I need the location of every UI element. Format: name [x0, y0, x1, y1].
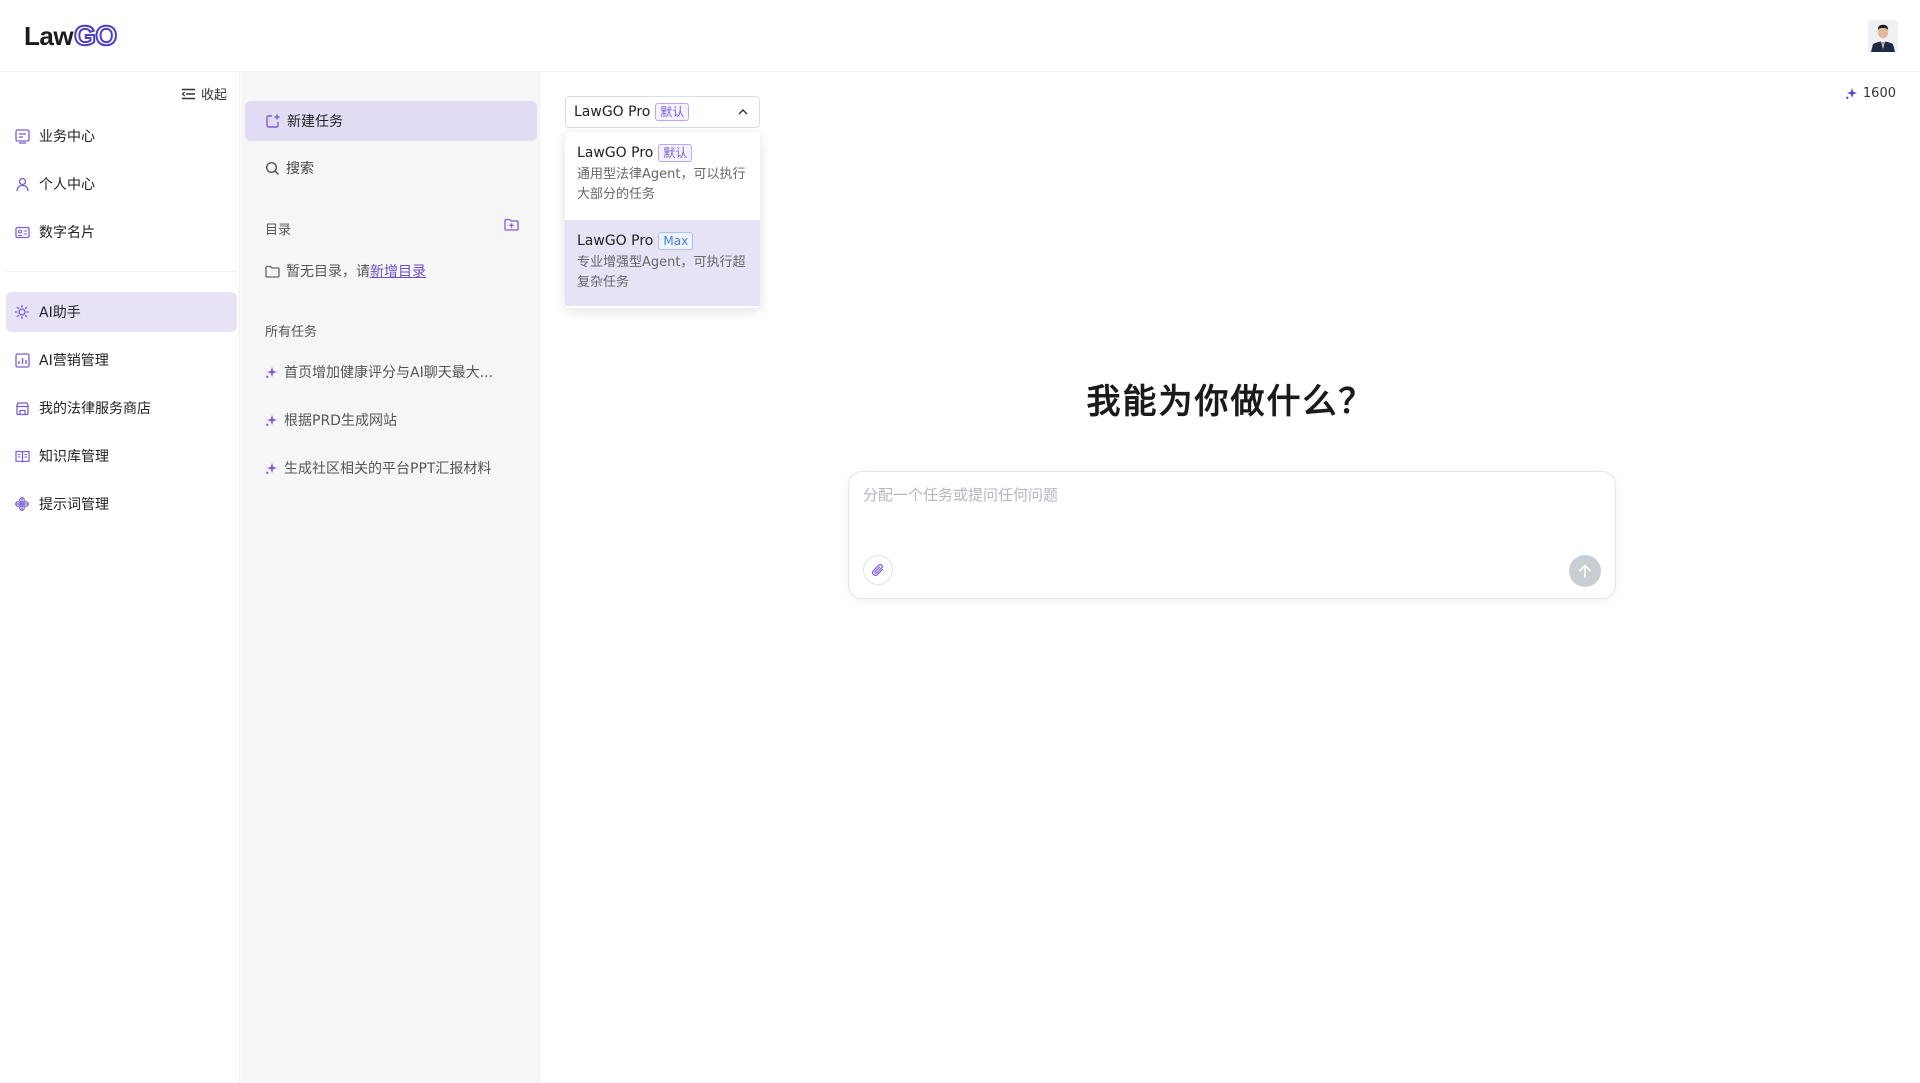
sidebar-item-ai-assistant[interactable]: AI助手 — [6, 292, 237, 332]
main-content: LawGO Pro 默认 LawGO Pro 默认 通用型法律Agent，可以执… — [541, 72, 1920, 1083]
user-avatar[interactable] — [1868, 20, 1898, 52]
sidebar-item-personal-center[interactable]: 个人中心 — [6, 164, 237, 204]
model-select[interactable]: LawGO Pro 默认 — [565, 96, 760, 128]
chevron-up-icon — [738, 109, 748, 115]
top-header: Law GO — [0, 0, 1920, 72]
add-folder-icon[interactable] — [504, 218, 519, 235]
sidebar-item-digital-card[interactable]: 数字名片 — [6, 212, 237, 252]
hero-title: 我能为你做什么？ — [1086, 382, 1375, 422]
store-icon — [14, 400, 30, 416]
collapse-button[interactable]: 收起 — [181, 84, 227, 103]
attach-button[interactable] — [863, 555, 893, 585]
sidebar-item-knowledge-base[interactable]: 知识库管理 — [6, 436, 237, 476]
task-item[interactable]: 根据PRD生成网站 — [265, 410, 525, 430]
option-tag: Max — [658, 232, 694, 250]
arrow-up-icon — [1579, 564, 1591, 578]
main-sidebar: 收起 业务中心 个人中心 数字名片 AI助手 AI营销管理 我的法律服务商店 知… — [0, 72, 240, 1083]
add-directory-link[interactable]: 新增目录 — [370, 264, 426, 280]
sparkle-icon — [266, 414, 277, 426]
sidebar-item-prompt-management[interactable]: 提示词管理 — [6, 484, 237, 524]
sidebar-item-ai-marketing[interactable]: AI营销管理 — [6, 340, 237, 380]
model-option-max[interactable]: LawGO Pro Max 专业增强型Agent，可执行超复杂任务 — [565, 220, 760, 306]
task-input[interactable] — [863, 484, 1603, 534]
sparkle-icon — [1846, 88, 1857, 99]
sidebar-item-legal-store[interactable]: 我的法律服务商店 — [6, 388, 237, 428]
empty-directory-hint: 暂无目录，请新增目录 — [265, 261, 426, 281]
search-button[interactable]: 搜索 — [265, 158, 314, 178]
user-icon — [14, 176, 30, 192]
paperclip-icon — [871, 563, 884, 577]
sparkle-icon — [266, 462, 277, 474]
prompt-icon — [14, 496, 30, 512]
lawgo-logo[interactable]: Law GO — [24, 19, 118, 54]
sidebar-divider — [6, 271, 237, 272]
chart-icon — [14, 352, 30, 368]
option-description: 通用型法律Agent，可以执行大部分的任务 — [577, 167, 746, 202]
model-option-pro[interactable]: LawGO Pro 默认 通用型法律Agent，可以执行大部分的任务 — [565, 132, 760, 218]
send-button[interactable] — [1569, 555, 1601, 587]
model-select-tag: 默认 — [655, 103, 690, 121]
directory-label: 目录 — [265, 223, 292, 238]
all-tasks-label: 所有任务 — [265, 325, 318, 340]
ai-assistant-icon — [14, 304, 30, 320]
option-description: 专业增强型Agent，可执行超复杂任务 — [577, 255, 746, 290]
chat-input-box — [848, 471, 1616, 599]
folder-icon — [265, 265, 280, 278]
model-select-name: LawGO Pro — [574, 104, 651, 120]
task-item[interactable]: 生成社区相关的平台PPT汇报材料 — [265, 458, 525, 478]
sidebar-item-business-center[interactable]: 业务中心 — [6, 116, 237, 156]
search-icon — [265, 161, 280, 175]
new-task-button[interactable]: 新建任务 — [245, 101, 537, 141]
new-task-icon — [266, 114, 280, 128]
card-icon — [14, 224, 30, 240]
dashboard-icon — [14, 128, 30, 144]
option-tag: 默认 — [658, 144, 693, 162]
model-dropdown: LawGO Pro 默认 通用型法律Agent，可以执行大部分的任务 LawGO… — [565, 132, 760, 308]
credits-counter: 1600 — [1845, 86, 1896, 101]
menu-collapse-icon — [181, 88, 195, 99]
sparkle-icon — [266, 366, 277, 378]
book-icon — [14, 448, 30, 464]
task-item[interactable]: 首页增加健康评分与AI聊天最大... — [265, 362, 525, 382]
task-panel: 新建任务 搜索 目录 暂无目录，请新增目录 所有任务 首页增加健康评分与AI聊天… — [241, 72, 541, 1083]
